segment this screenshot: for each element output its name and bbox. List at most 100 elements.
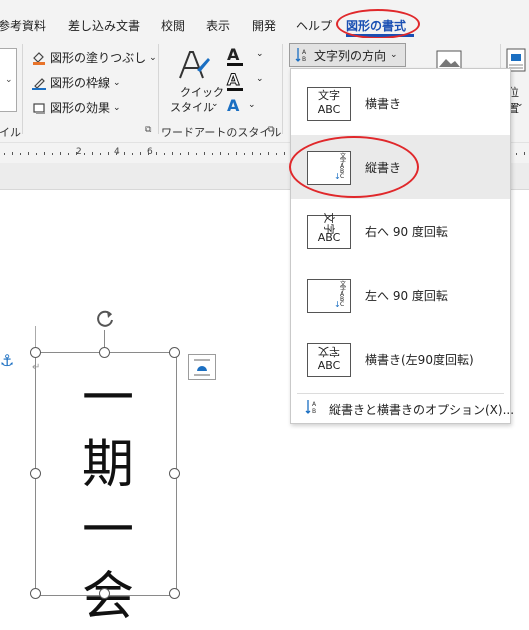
dialog-launcher-icon[interactable]: ⧉ — [268, 125, 274, 135]
gallery-scroll-icon[interactable]: ⌄ — [5, 75, 13, 85]
resize-handle-bottom[interactable] — [99, 588, 110, 599]
ruler-tick — [284, 152, 285, 155]
icon-text-bottom: ABC — [317, 231, 341, 244]
group-label-shape-styles: イル — [0, 126, 21, 139]
ruler-tick — [252, 152, 253, 155]
menu-item-label: 左へ 90 度回転 — [365, 289, 448, 303]
rotate-handle-icon[interactable] — [93, 306, 117, 330]
text-direction-icon: AB — [305, 399, 321, 415]
down-arrow-icon: ↓ — [334, 300, 341, 309]
svg-text:A: A — [312, 401, 317, 408]
ruler-tick — [188, 152, 189, 155]
text-fill-button[interactable]: A — [227, 45, 243, 66]
chevron-down-icon: ⌄ — [113, 102, 121, 113]
ruler-tick — [524, 152, 525, 155]
chevron-down-icon: ⌄ — [516, 99, 524, 109]
ruler-tick — [276, 153, 277, 155]
svg-text:A: A — [302, 49, 307, 56]
ruler-tick — [260, 153, 261, 155]
shape-fill-button[interactable]: 図形の塗りつぶし ⌄ — [32, 49, 157, 66]
text-direction-menu: 文字 ABC 横書き 文字ABC ↓ 縦書き 文字 ABC 右へ 90 度回転 … — [290, 68, 514, 424]
shape-effects-button[interactable]: 図形の効果 ⌄ — [32, 99, 121, 116]
ruler-tick — [68, 153, 69, 155]
resize-handle-bottom-right[interactable] — [169, 588, 180, 599]
resize-handle-right[interactable] — [169, 468, 180, 479]
resize-handle-bottom-left[interactable] — [30, 588, 41, 599]
rotate-right-text-icon: 文字 ABC — [307, 213, 351, 249]
ribbon-separator — [158, 44, 159, 134]
shape-style-gallery[interactable]: ⌄ — [0, 48, 17, 112]
tab-view[interactable]: 表示 — [206, 17, 230, 34]
shape-outline-label: 図形の枠線 — [50, 76, 111, 90]
tab-mailings[interactable]: 差し込み文書 — [68, 17, 140, 34]
ruler-tick — [44, 152, 45, 155]
highlight-circle-vertical — [289, 136, 419, 198]
chevron-down-icon: ⌄ — [149, 52, 157, 63]
ruler-tick — [156, 152, 157, 155]
ruler-number: 4 — [114, 147, 120, 157]
ruler-tick — [12, 152, 13, 155]
chevron-down-icon: ⌄ — [390, 50, 398, 60]
menu-item-rotate-left-90[interactable]: 文字ABC ↓ 左へ 90 度回転 — [291, 263, 510, 327]
ruler-tick — [180, 153, 181, 155]
ribbon-separator — [22, 44, 23, 134]
anchor-icon[interactable]: ⚓ — [0, 351, 14, 370]
ruler-number: 6 — [147, 147, 153, 157]
pen-outline-icon — [32, 76, 46, 90]
resize-handle-top[interactable] — [99, 347, 110, 358]
ruler-tick — [76, 152, 77, 155]
ruler-tick — [60, 152, 61, 155]
text-direction-button[interactable]: AB 文字列の方向 ⌄ — [289, 43, 406, 67]
menu-item-horizontal-rotate-left[interactable]: 文字 ABC 横書き(左90度回転) — [291, 327, 510, 391]
chevron-down-icon: ⌄ — [248, 100, 256, 110]
tab-developer[interactable]: 開発 — [252, 17, 276, 34]
quick-style-label-2[interactable]: スタイル — [170, 99, 214, 115]
menu-item-text-direction-options[interactable]: AB 縦書きと横書きのオプション(X)... — [291, 395, 514, 421]
picture-icon[interactable] — [436, 50, 462, 70]
text-char: 一 — [81, 501, 134, 561]
resize-handle-top-right[interactable] — [169, 347, 180, 358]
ruler-tick — [124, 152, 125, 155]
ruler-tick — [204, 152, 205, 155]
ruler-tick — [20, 153, 21, 155]
dialog-launcher-icon[interactable]: ⧉ — [145, 125, 151, 135]
text-fill-a-icon: A — [227, 45, 240, 64]
tab-help[interactable]: ヘルプ — [296, 17, 332, 34]
text-effects-button[interactable]: A — [227, 96, 239, 115]
shape-outline-button[interactable]: 図形の枠線 ⌄ — [32, 74, 121, 91]
resize-handle-left[interactable] — [30, 468, 41, 479]
quick-style-label-1[interactable]: クイック — [180, 84, 224, 100]
ruler-tick — [108, 152, 109, 155]
text-outline-a-icon: A — [226, 70, 240, 90]
text-outline-button[interactable]: A — [226, 70, 243, 91]
ribbon-tab-bar: 参考資料 差し込み文書 校閲 表示 開発 ヘルプ 図形の書式 — [0, 0, 529, 39]
ruler-tick — [148, 153, 149, 155]
horizontal-text-icon: 文字 ABC — [307, 87, 351, 121]
paint-bucket-icon — [32, 51, 46, 65]
icon-vertical-text: 文字ABC — [340, 281, 347, 308]
menu-item-rotate-right-90[interactable]: 文字 ABC 右へ 90 度回転 — [291, 199, 510, 263]
ruler-tick — [220, 152, 221, 155]
shape-effects-icon — [32, 101, 46, 115]
ruler-tick — [172, 152, 173, 155]
svg-text:B: B — [312, 408, 316, 415]
menu-item-horizontal[interactable]: 文字 ABC 横書き — [291, 71, 510, 135]
text-direction-icon: AB — [295, 47, 311, 63]
menu-item-label: 横書き(左90度回転) — [365, 353, 474, 367]
wordart-a-icon[interactable] — [176, 48, 212, 84]
text-effects-a-icon: A — [227, 96, 240, 115]
icon-text-bottom: ABC — [317, 103, 341, 116]
layout-options-button[interactable] — [188, 354, 216, 380]
text-char: 期 — [81, 435, 134, 495]
resize-handle-top-left[interactable] — [30, 347, 41, 358]
menu-separator — [297, 393, 504, 394]
options-label: 縦書きと横書きのオプション(X)... — [329, 403, 515, 417]
ruler-tick — [268, 152, 269, 155]
ruler-tick — [92, 152, 93, 155]
tab-references[interactable]: 参考資料 — [0, 17, 46, 34]
ruler-tick — [132, 153, 133, 155]
chevron-down-icon: ⌄ — [256, 74, 264, 84]
tab-review[interactable]: 校閲 — [161, 17, 185, 34]
ruler-tick — [52, 153, 53, 155]
ruler-tick — [196, 153, 197, 155]
